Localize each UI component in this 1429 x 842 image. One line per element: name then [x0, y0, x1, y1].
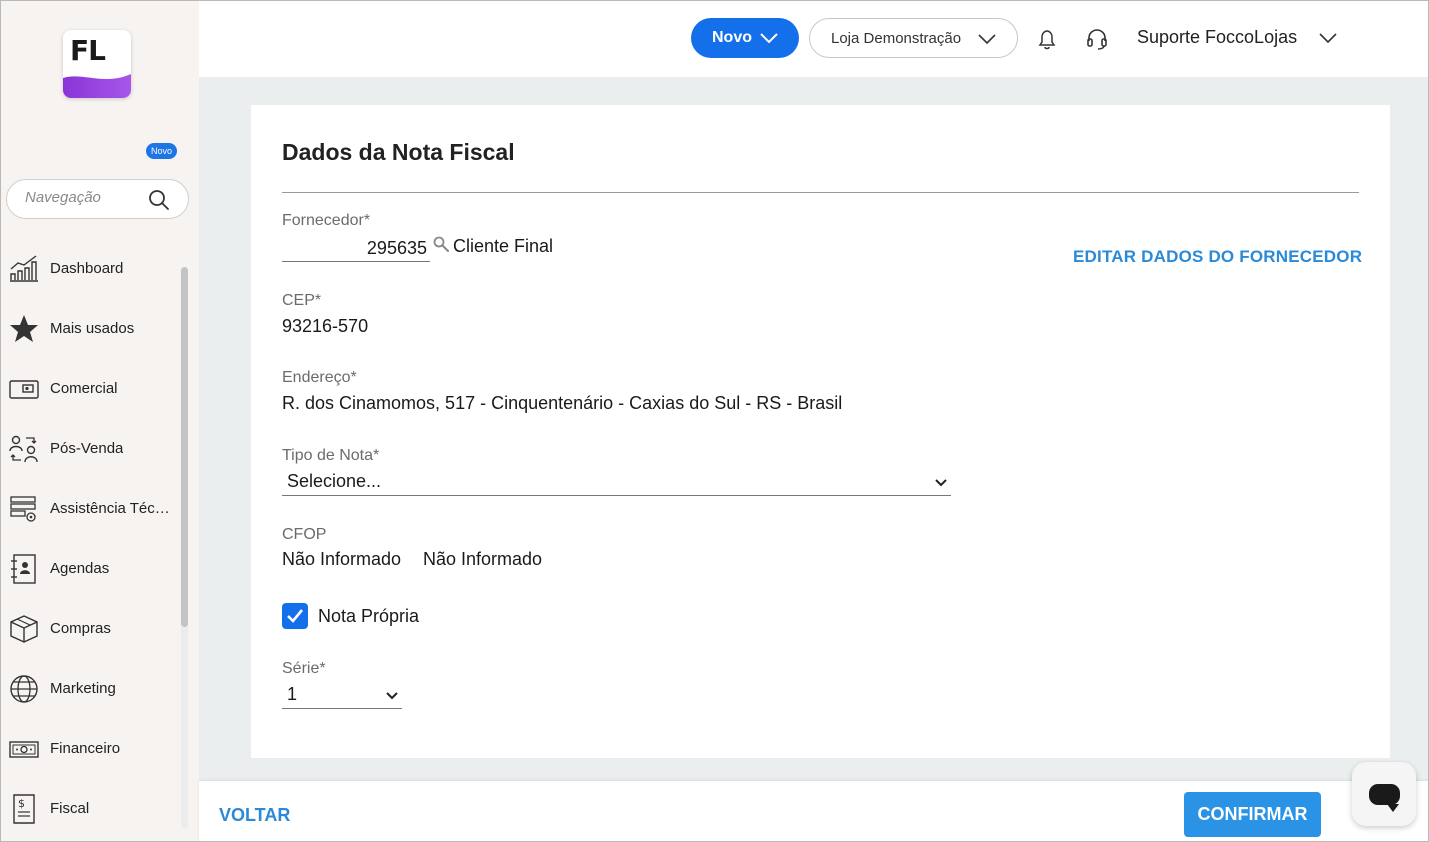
- sidebar-item-label: Agendas: [50, 560, 110, 577]
- sidebar-item-label: Comercial: [50, 380, 118, 397]
- chevron-down-icon: [978, 34, 996, 45]
- chevron-down-icon: [386, 692, 398, 700]
- search-icon[interactable]: [148, 189, 170, 211]
- sidebar-item-purchases[interactable]: Compras: [1, 599, 181, 659]
- cep-value: 93216-570: [282, 316, 369, 336]
- gear-server-icon: [10, 496, 36, 522]
- store-name: Loja Demonstração: [831, 30, 962, 47]
- sidebar-item-dashboard[interactable]: Dashboard: [1, 239, 181, 299]
- sidebar-item-agendas[interactable]: Agendas: [1, 539, 181, 599]
- store-selector[interactable]: Loja Demonstração: [809, 18, 1018, 58]
- supplier-code-value: 295635: [366, 238, 427, 258]
- logo[interactable]: FL: [63, 30, 131, 98]
- chevron-down-icon: [760, 33, 778, 44]
- note-type-select[interactable]: Selecione...: [282, 469, 951, 496]
- new-badge: Novo: [146, 143, 177, 159]
- star-icon: [10, 315, 38, 342]
- sidebar-nav: Dashboard Mais usados Comercial Pós-Vend…: [1, 239, 181, 839]
- supplier-code-input[interactable]: 295635: [282, 236, 430, 262]
- own-note-label[interactable]: Nota Própria: [318, 606, 419, 627]
- headset-icon[interactable]: [1085, 27, 1109, 51]
- new-button[interactable]: Novo: [691, 18, 799, 58]
- sidebar: FL Navegação Dashboard Mais usados Comer…: [1, 1, 199, 841]
- cfop-code: Não Informado: [282, 549, 402, 569]
- top-bar: Novo Loja Demonstração Suporte FoccoLoja…: [199, 1, 1428, 77]
- user-name: Suporte FoccoLojas: [1137, 27, 1298, 47]
- series-select[interactable]: 1: [282, 682, 402, 709]
- cep-label: CEP*: [282, 292, 322, 309]
- edit-supplier-link[interactable]: EDITAR DADOS DO FORNECEDOR: [1073, 247, 1362, 267]
- receipt-icon: $: [13, 794, 35, 824]
- sidebar-item-label: Pós-Venda: [50, 440, 124, 457]
- confirm-button[interactable]: CONFIRMAR: [1184, 792, 1321, 837]
- sidebar-scrollbar[interactable]: [181, 267, 188, 829]
- sidebar-item-after-sales[interactable]: Pós-Venda: [1, 419, 181, 479]
- svg-text:$: $: [18, 797, 25, 810]
- chevron-down-icon: [1319, 33, 1337, 44]
- chart-icon: [10, 255, 38, 282]
- cfop-label: CFOP: [282, 526, 327, 543]
- own-note-checkbox[interactable]: [282, 603, 308, 629]
- note-type-value: Selecione...: [287, 471, 382, 491]
- back-button[interactable]: VOLTAR: [219, 805, 290, 826]
- scrollbar-thumb[interactable]: [181, 267, 188, 627]
- sidebar-item-label: Financeiro: [50, 740, 121, 757]
- contact-book-icon: [11, 554, 36, 584]
- navigation-search-input[interactable]: [25, 189, 145, 206]
- page-title: Dados da Nota Fiscal: [282, 139, 515, 165]
- note-type-label: Tipo de Nota*: [282, 447, 380, 464]
- supplier-name: Cliente Final: [453, 236, 554, 256]
- sidebar-item-label: Mais usados: [50, 320, 135, 337]
- sidebar-item-label: Dashboard: [50, 260, 124, 277]
- chat-bubble-icon: [1369, 784, 1400, 812]
- address-value: R. dos Cinamomos, 517 - Cinquentenário -…: [282, 393, 843, 413]
- sidebar-item-commercial[interactable]: Comercial: [1, 359, 181, 419]
- checkmark-icon: [287, 609, 304, 623]
- sidebar-item-label: Fiscal: [50, 800, 90, 817]
- sidebar-item-label: Marketing: [50, 680, 116, 697]
- new-button-label: Novo: [712, 29, 752, 46]
- invoice-form-card: Dados da Nota Fiscal Fornecedor* 295635 …: [251, 105, 1390, 758]
- chat-button[interactable]: [1352, 762, 1416, 826]
- series-value: 1: [287, 684, 298, 704]
- series-label: Série*: [282, 660, 326, 677]
- navigation-search: [6, 179, 189, 219]
- globe-icon: [10, 675, 38, 703]
- sidebar-item-label: Assistência Técnica: [50, 500, 178, 517]
- sidebar-item-marketing[interactable]: Marketing: [1, 659, 181, 719]
- logo-wave-icon: [63, 74, 131, 98]
- sidebar-item-technical-assistance[interactable]: Assistência Técnica: [1, 479, 181, 539]
- logo-text: FL: [70, 34, 106, 67]
- box-icon: [10, 615, 38, 643]
- cfop-description: Não Informado: [423, 549, 543, 569]
- app-window: FL Navegação Dashboard Mais usados Comer…: [0, 0, 1429, 842]
- sidebar-item-fiscal[interactable]: $ Fiscal: [1, 779, 181, 839]
- supplier-label: Fornecedor*: [282, 212, 371, 229]
- search-icon[interactable]: [433, 236, 449, 252]
- address-label: Endereço*: [282, 369, 357, 386]
- people-exchange-icon: [9, 435, 38, 463]
- cash-icon: [9, 741, 39, 758]
- sidebar-item-label: Compras: [50, 620, 111, 637]
- chevron-down-icon: [935, 479, 947, 487]
- sidebar-item-financial[interactable]: Financeiro: [1, 719, 181, 779]
- divider: [282, 192, 1359, 193]
- action-footer: VOLTAR CONFIRMAR: [199, 781, 1428, 841]
- bell-icon[interactable]: [1035, 27, 1059, 51]
- sidebar-item-most-used[interactable]: Mais usados: [1, 299, 181, 359]
- wallet-icon: [9, 380, 39, 399]
